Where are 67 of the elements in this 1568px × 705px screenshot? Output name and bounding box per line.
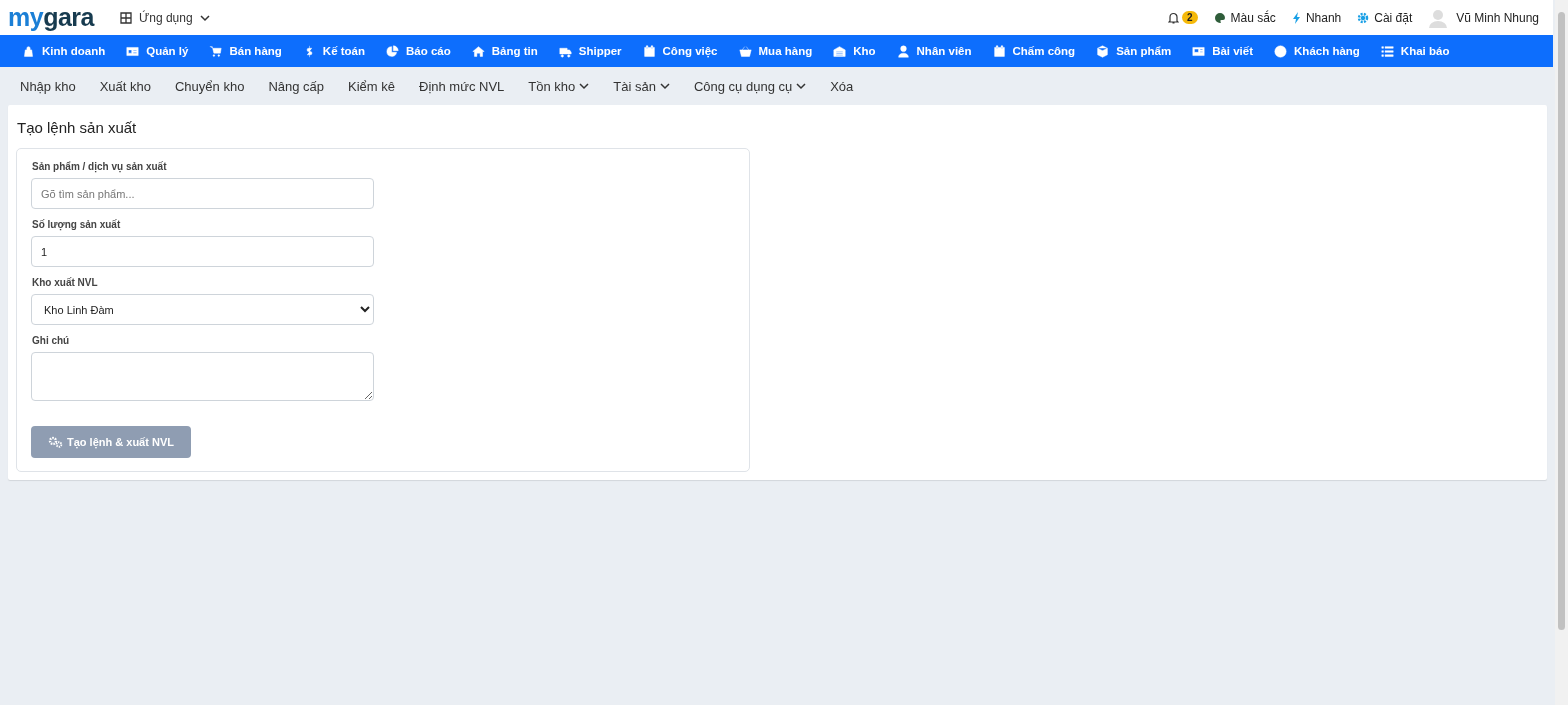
avatar-icon xyxy=(1428,7,1449,28)
main-nav-item[interactable]: Bảng tin xyxy=(471,44,538,58)
sub-nav-item[interactable]: Chuyển kho xyxy=(175,78,245,94)
notification-badge: 2 xyxy=(1181,11,1198,24)
main-nav-item[interactable]: Shipper xyxy=(558,44,622,58)
main-nav-item[interactable]: Báo cáo xyxy=(386,44,451,58)
sub-nav-item[interactable]: Kiểm kê xyxy=(348,78,395,94)
bell-icon[interactable] xyxy=(1167,11,1179,24)
header-link[interactable]: Nhanh xyxy=(1291,10,1342,25)
chevron-icon xyxy=(796,82,807,90)
lightning-icon xyxy=(1291,11,1301,24)
field-label: Kho xuất NVL xyxy=(32,277,98,288)
field-label: Số lượng sản xuất xyxy=(32,219,121,230)
id-card-icon xyxy=(126,44,140,58)
sub-nav-item[interactable]: Tài sản xyxy=(613,78,670,94)
sub-nav-item[interactable]: Xóa xyxy=(830,78,854,94)
grid-icon xyxy=(119,11,132,24)
basket-icon xyxy=(738,44,752,58)
calendar-icon xyxy=(642,44,656,58)
chevron-icon xyxy=(199,13,210,22)
main-nav-item[interactable]: Kho xyxy=(833,44,876,58)
main-nav-item[interactable]: Nhân viên xyxy=(896,44,972,58)
list-icon xyxy=(1380,44,1394,58)
warehouse-icon xyxy=(833,44,847,58)
quantity-field[interactable]: 1 xyxy=(31,236,374,267)
logo[interactable]: mygara xyxy=(8,5,94,30)
calendar-icon xyxy=(992,44,1006,58)
product-search-field[interactable]: Gõ tìm sản phẩm... xyxy=(31,178,374,209)
main-nav-item[interactable]: Kinh doanh xyxy=(22,44,106,58)
home-icon xyxy=(471,44,485,58)
warehouse-select[interactable]: Kho Linh Đàm xyxy=(31,294,374,325)
sub-nav-item[interactable]: Công cụ dụng cụ xyxy=(693,78,807,94)
sub-nav-item[interactable]: Tồn kho xyxy=(528,78,590,94)
header-link[interactable]: Cài đặt xyxy=(1357,10,1413,25)
main-nav-item[interactable]: Kế toán xyxy=(302,44,365,58)
gear-icon xyxy=(1357,11,1370,24)
person-icon xyxy=(896,44,910,58)
newspaper-icon xyxy=(1192,44,1206,58)
apps-menu-button[interactable]: Ứng dụng xyxy=(119,10,210,25)
user-menu[interactable]: Vũ Minh Nhung xyxy=(1428,7,1539,28)
pie-chart-icon xyxy=(386,44,399,58)
main-nav-item[interactable]: Mua hàng xyxy=(738,44,813,58)
field-label: Sản phẩm / dịch vụ sản xuất xyxy=(32,161,167,172)
field-label: Ghi chú xyxy=(32,335,70,346)
main-nav-item[interactable]: Khai báo xyxy=(1380,44,1450,58)
header-link[interactable]: Màu sắc xyxy=(1213,10,1276,25)
main-nav-item[interactable]: Quản lý xyxy=(126,44,189,58)
main-nav-item[interactable]: Chấm công xyxy=(992,44,1076,58)
note-field[interactable] xyxy=(31,352,374,401)
cart-icon xyxy=(209,44,223,58)
main-nav-item[interactable]: Bài viết xyxy=(1192,44,1254,58)
sub-nav-item[interactable]: Nhập kho xyxy=(20,78,76,94)
sub-nav-item[interactable]: Xuất kho xyxy=(99,78,151,94)
palette-icon xyxy=(1213,11,1226,24)
sub-nav-item[interactable]: Nâng cấp xyxy=(268,78,325,94)
gears-icon xyxy=(48,436,63,448)
chevron-icon xyxy=(579,82,590,90)
page-title: Tạo lệnh sản xuất xyxy=(17,119,138,136)
main-nav-item[interactable]: Công việc xyxy=(642,44,718,58)
chevron-icon xyxy=(659,82,670,90)
bag-icon xyxy=(22,44,35,58)
scrollbar[interactable] xyxy=(1555,0,1568,705)
box-icon xyxy=(1096,44,1110,58)
main-nav-item[interactable]: Bán hàng xyxy=(209,44,282,58)
main-nav-item[interactable]: Khách hàng xyxy=(1274,44,1360,58)
main-nav-item[interactable]: Sản phẩm xyxy=(1096,44,1172,58)
sub-nav-item[interactable]: Định mức NVL xyxy=(419,78,505,94)
